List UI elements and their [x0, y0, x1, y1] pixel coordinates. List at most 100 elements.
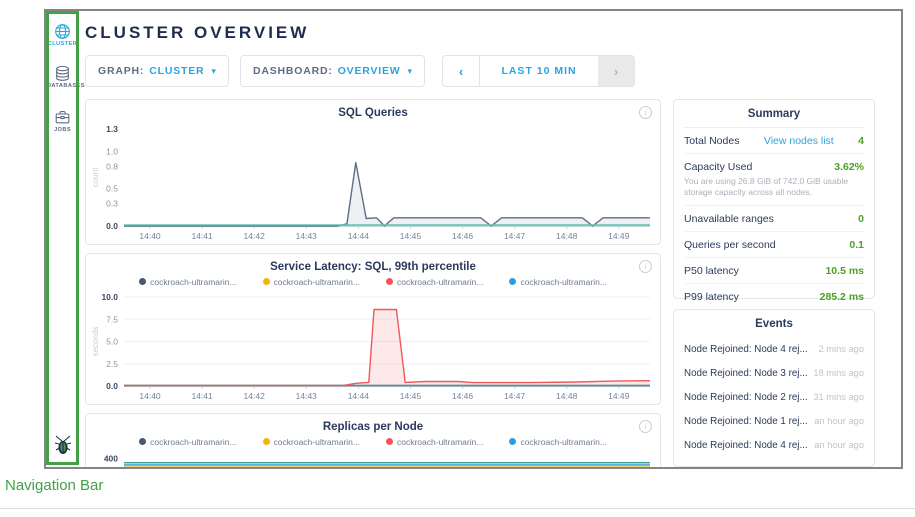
legend-item[interactable]: cockroach-ultramarin... — [139, 275, 236, 288]
toolbar: GRAPH: CLUSTER ▾ DASHBOARD: OVERVIEW ▾ ‹… — [85, 55, 901, 87]
svg-text:seconds: seconds — [91, 327, 100, 357]
svg-text:14:43: 14:43 — [296, 391, 318, 401]
info-icon[interactable]: i — [639, 420, 652, 433]
dashboard-dropdown[interactable]: DASHBOARD: OVERVIEW ▾ — [240, 55, 425, 87]
event-row[interactable]: Node Rejoined: Node 3 rej... 18 mins ago — [684, 361, 864, 385]
svg-text:14:45: 14:45 — [400, 391, 422, 401]
dashboard-dropdown-label: DASHBOARD: — [253, 65, 333, 77]
svg-text:14:42: 14:42 — [244, 231, 266, 241]
chevron-down-icon: ▾ — [211, 66, 216, 77]
page-title: CLUSTER OVERVIEW — [85, 23, 901, 43]
svg-text:count: count — [91, 167, 100, 187]
summary-row-qps: Queries per second 0.1 — [684, 232, 864, 258]
sql-queries-chart-plot[interactable]: 14:4014:4114:4214:4314:4414:4514:4614:47… — [90, 124, 656, 242]
svg-text:14:41: 14:41 — [191, 231, 213, 241]
graph-dropdown[interactable]: GRAPH: CLUSTER ▾ — [85, 55, 229, 87]
graph-dropdown-label: GRAPH: — [98, 65, 144, 77]
chart-card-sql-queries: SQL Queries i 14:4014:4114:4214:4314:441… — [85, 99, 661, 245]
svg-text:1.3: 1.3 — [106, 124, 118, 134]
database-icon — [54, 65, 71, 82]
svg-text:14:45: 14:45 — [400, 231, 422, 241]
right-column: Summary Total Nodes View nodes list 4 Ca… — [673, 99, 875, 469]
svg-text:2.5: 2.5 — [106, 359, 118, 369]
summary-label: Queries per second — [684, 239, 776, 251]
legend-item[interactable]: cockroach-ultramarin... — [509, 435, 606, 448]
svg-text:14:41: 14:41 — [191, 391, 213, 401]
annotation-caption: Navigation Bar — [5, 477, 103, 494]
svg-text:14:48: 14:48 — [556, 231, 578, 241]
legend-item[interactable]: cockroach-ultramarin... — [263, 275, 360, 288]
capacity-subtext: You are using 26.8 GiB of 742.0 GiB usab… — [684, 176, 864, 206]
sidebar-item-databases[interactable]: DATABASES — [46, 65, 79, 89]
chart-card-replicas-per-node: Replicas per Node i cockroach-ultramarin… — [85, 413, 661, 469]
svg-text:400: 400 — [104, 454, 118, 464]
legend-item[interactable]: cockroach-ultramarin... — [386, 275, 483, 288]
chart-card-service-latency: Service Latency: SQL, 99th percentile i … — [85, 253, 661, 405]
summary-label: Total Nodes — [684, 135, 739, 147]
svg-text:14:46: 14:46 — [452, 391, 474, 401]
summary-value: 10.5 ms — [825, 265, 864, 277]
legend-item[interactable]: cockroach-ultramarin... — [263, 435, 360, 448]
summary-value: 3.62% — [834, 161, 864, 173]
svg-text:1.0: 1.0 — [106, 146, 118, 156]
chart-legend: cockroach-ultramarin... cockroach-ultrama… — [86, 275, 660, 288]
info-icon[interactable]: i — [639, 106, 652, 119]
navigation-bar: CLUSTER DATABASES — [46, 11, 79, 467]
svg-text:14:44: 14:44 — [348, 231, 370, 241]
time-next-button-disabled[interactable]: › — [598, 56, 634, 86]
events-title: Events — [684, 310, 864, 337]
svg-text:14:47: 14:47 — [504, 231, 526, 241]
service-latency-chart-plot[interactable]: 14:4014:4114:4214:4314:4414:4514:4614:47… — [90, 292, 656, 402]
sidebar-item-cluster[interactable]: CLUSTER — [46, 23, 79, 47]
legend-item[interactable]: cockroach-ultramarin... — [386, 435, 483, 448]
summary-label: Unavailable ranges — [684, 213, 774, 225]
view-nodes-list-link[interactable]: View nodes list — [764, 135, 834, 147]
summary-title: Summary — [684, 100, 864, 128]
legend-dot — [386, 278, 393, 285]
event-text: Node Rejoined: Node 4 rej... — [684, 440, 808, 451]
summary-value: 4 — [858, 135, 864, 147]
svg-text:14:44: 14:44 — [348, 391, 370, 401]
event-row[interactable]: Node Rejoined: Node 1 rej... an hour ago — [684, 409, 864, 433]
svg-text:14:43: 14:43 — [296, 231, 318, 241]
svg-text:0.8: 0.8 — [106, 161, 118, 171]
legend-dot — [509, 278, 516, 285]
summary-label: P50 latency — [684, 265, 739, 277]
events-panel: Events Node Rejoined: Node 4 rej... 2 mi… — [673, 309, 875, 467]
summary-label: P99 latency — [684, 291, 739, 303]
globe-icon — [54, 23, 71, 40]
legend-item[interactable]: cockroach-ultramarin... — [139, 435, 236, 448]
replicas-chart-plot[interactable]: 14:4014:4114:4214:4314:4414:4514:4614:47… — [90, 448, 656, 469]
svg-text:10.0: 10.0 — [101, 292, 118, 302]
legend-item[interactable]: cockroach-ultramarin... — [509, 275, 606, 288]
event-row[interactable]: Node Rejoined: Node 4 rej... 2 mins ago — [684, 337, 864, 361]
svg-text:14:47: 14:47 — [504, 391, 526, 401]
main-content: CLUSTER OVERVIEW GRAPH: CLUSTER ▾ DASHBO… — [85, 11, 901, 467]
time-prev-button[interactable]: ‹ — [443, 56, 480, 86]
event-time: an hour ago — [814, 416, 864, 426]
event-time: an hour ago — [814, 440, 864, 450]
summary-row-unavailable-ranges: Unavailable ranges 0 — [684, 206, 864, 232]
event-text: Node Rejoined: Node 1 rej... — [684, 416, 808, 427]
event-time: 2 mins ago — [819, 344, 864, 354]
event-row[interactable]: Node Rejoined: Node 2 rej... 31 mins ago — [684, 385, 864, 409]
svg-text:14:48: 14:48 — [556, 391, 578, 401]
legend-dot — [509, 438, 516, 445]
event-row[interactable]: Node Rejoined: Node 4 rej... an hour ago — [684, 433, 864, 457]
time-range-value[interactable]: LAST 10 MIN — [480, 56, 598, 86]
sidebar-item-label: JOBS — [47, 127, 78, 133]
svg-text:14:49: 14:49 — [608, 391, 630, 401]
event-text: Node Rejoined: Node 2 rej... — [684, 392, 808, 403]
svg-text:0.0: 0.0 — [106, 221, 118, 231]
info-icon[interactable]: i — [639, 260, 652, 273]
sidebar-item-label: DATABASES — [47, 83, 78, 89]
sidebar-item-label: CLUSTER — [47, 41, 78, 47]
sidebar-item-jobs[interactable]: JOBS — [46, 109, 79, 133]
app-screenshot: CLUSTER DATABASES — [44, 9, 903, 469]
svg-text:14:42: 14:42 — [244, 391, 266, 401]
summary-row-p99: P99 latency 285.2 ms — [684, 284, 864, 309]
svg-text:14:46: 14:46 — [452, 231, 474, 241]
briefcase-icon — [54, 109, 71, 126]
event-text: Node Rejoined: Node 4 rej... — [684, 344, 808, 355]
legend-dot — [263, 278, 270, 285]
